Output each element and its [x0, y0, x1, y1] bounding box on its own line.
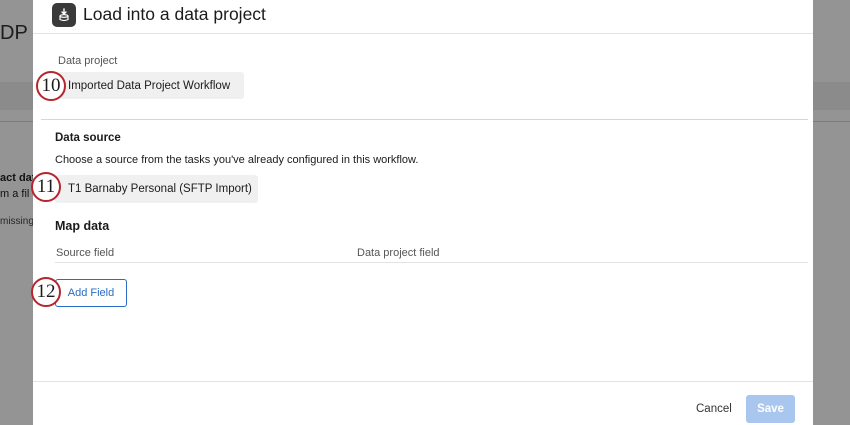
- data-source-selected-value: T1 Barnaby Personal (SFTP Import): [68, 183, 252, 195]
- cancel-button[interactable]: Cancel: [686, 396, 742, 422]
- data-project-selected-value: Imported Data Project Workflow: [68, 79, 231, 92]
- footer-divider: [33, 381, 813, 382]
- section-divider: [41, 119, 808, 120]
- data-source-help-text: Choose a source from the tasks you've al…: [55, 154, 419, 166]
- column-header-data-project-field: Data project field: [357, 247, 440, 259]
- map-data-heading: Map data: [55, 219, 110, 233]
- column-header-source-field: Source field: [56, 247, 115, 259]
- step-callout-11: 11: [31, 172, 61, 202]
- data-project-dropdown[interactable]: Imported Data Project Workflow: [55, 72, 244, 99]
- data-load-icon: [52, 3, 76, 27]
- step-callout-12: 12: [31, 277, 61, 307]
- add-field-button[interactable]: Add Field: [55, 279, 127, 307]
- modal-header: Load into a data project: [33, 0, 813, 34]
- data-source-dropdown[interactable]: T1 Barnaby Personal (SFTP Import): [55, 175, 258, 203]
- load-data-project-modal: Load into a data project Data project Im…: [33, 0, 813, 425]
- map-data-divider: [55, 262, 808, 263]
- step-callout-10: 10: [36, 71, 66, 101]
- modal-title: Load into a data project: [83, 4, 266, 24]
- data-source-heading: Data source: [55, 132, 121, 144]
- data-project-label: Data project: [58, 55, 118, 67]
- save-button[interactable]: Save: [746, 395, 795, 423]
